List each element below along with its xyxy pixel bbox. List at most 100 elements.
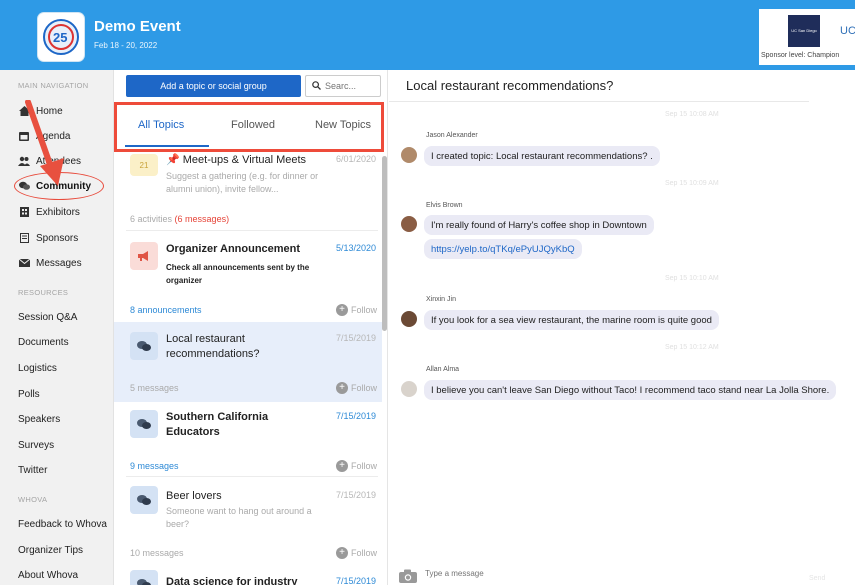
sidebar-item-logistics[interactable]: Logistics: [18, 359, 57, 377]
topic-date: 7/15/2019: [336, 333, 377, 343]
sidebar-item-session-qa[interactable]: Session Q&A: [18, 308, 77, 326]
topic-meta: 6 activities (6 messages): [130, 214, 229, 224]
chat-icon: [130, 570, 158, 585]
message-sender: Elvis Brown: [426, 202, 463, 209]
follow-button[interactable]: + Follow: [336, 382, 377, 394]
message-bubble: If you look for a sea view restaurant, t…: [424, 310, 719, 330]
envelope-icon: [18, 257, 30, 269]
building-icon: [18, 206, 30, 218]
sidebar-item-label: Messages: [36, 257, 82, 269]
message-count: 5 messages: [130, 383, 179, 393]
sidebar-item-label: Twitter: [18, 464, 48, 476]
sidebar-item-messages[interactable]: Messages: [18, 254, 82, 272]
scrollbar[interactable]: [382, 156, 387, 331]
chat-icon: [130, 332, 158, 360]
search-icon: [312, 80, 321, 92]
topic-date: 7/15/2019: [336, 411, 377, 421]
sidebar-item-documents[interactable]: Documents: [18, 333, 69, 351]
message-timestamp: Sep 15 10:08 AM: [665, 111, 719, 118]
message-timestamp: Sep 15 10:09 AM: [665, 180, 719, 187]
sidebar-item-surveys[interactable]: Surveys: [18, 436, 54, 454]
divider: [126, 476, 378, 477]
chat-panel: Local restaurant recommendations? Sep 15…: [389, 70, 855, 585]
camera-icon[interactable]: [399, 569, 417, 588]
sidebar-item-about-whova[interactable]: About Whova: [18, 566, 78, 584]
tabs-bar: All Topics Followed New Topics: [114, 102, 384, 152]
tab-followed[interactable]: Followed: [231, 119, 275, 131]
topic-description: Someone want to hang out around a beer?: [166, 506, 312, 529]
topic-item-selected[interactable]: Local restaurant recommendations? 7/15/2…: [114, 322, 382, 402]
annotation-arrow-icon: [25, 100, 64, 186]
sidebar-item-label: Speakers: [18, 413, 61, 425]
sidebar-item-exhibitors[interactable]: Exhibitors: [18, 203, 80, 221]
avatar[interactable]: [401, 216, 417, 232]
sidebar-item-label: Exhibitors: [36, 206, 80, 218]
activity-count: 6 activities: [130, 214, 173, 224]
sidebar-item-label: Feedback to Whova: [18, 518, 107, 530]
annotation-arrow-icon: [20, 4, 70, 114]
follow-label: Follow: [351, 383, 378, 393]
sidebar-item-label: Logistics: [18, 362, 57, 374]
pin-icon: 📌: [166, 154, 180, 166]
avatar[interactable]: [401, 381, 417, 397]
follow-label: Follow: [351, 305, 378, 315]
search-input[interactable]: [325, 81, 373, 91]
plus-icon: +: [336, 304, 348, 316]
topic-title: Organizer Announcement: [166, 243, 301, 255]
message-link[interactable]: https://yelp.to/qTKq/ePyUJQyKbQ: [424, 239, 582, 259]
chat-icon: [130, 486, 158, 514]
resources-title: RESOURCES: [18, 288, 69, 297]
sidebar-item-label: Surveys: [18, 439, 55, 451]
topic-title: Local restaurant recommendations?: [166, 333, 260, 360]
send-button[interactable]: Send: [809, 575, 825, 582]
message-sender: Jason Alexander: [426, 132, 478, 139]
sidebar-item-twitter[interactable]: Twitter: [18, 461, 47, 479]
sponsor-icon: [18, 232, 30, 244]
tab-all-topics[interactable]: All Topics: [138, 119, 184, 131]
topic-title: Beer lovers: [166, 490, 222, 502]
tab-new-topics[interactable]: New Topics: [315, 119, 371, 131]
avatar[interactable]: [401, 147, 417, 163]
app-header: 25 Demo Event Feb 18 - 20, 2022 UC San D…: [0, 0, 855, 70]
sidebar-item-label: Polls: [18, 388, 40, 400]
message-sender: Allan Alma: [426, 366, 460, 373]
calendar-icon: 21: [130, 154, 158, 176]
plus-icon: +: [336, 460, 348, 472]
sponsor-banner[interactable]: UC San Diego UC Sponsor level: Champion: [759, 9, 855, 65]
message-count: 9 messages: [130, 461, 179, 471]
sidebar-item-label: Sponsors: [36, 232, 79, 244]
event-dates: Feb 18 - 20, 2022: [94, 41, 158, 50]
topic-title: Southern California Educators: [166, 411, 269, 438]
topic-date: 7/15/2019: [336, 576, 377, 585]
message-sender: Xinxin Jin: [426, 296, 456, 303]
sidebar-item-organizer-tips[interactable]: Organizer Tips: [18, 541, 83, 559]
chat-title: Local restaurant recommendations?: [406, 78, 614, 93]
active-tab-indicator: [125, 145, 209, 147]
sponsor-logo: UC San Diego: [788, 15, 820, 47]
sidebar-item-label: Documents: [18, 336, 69, 348]
sidebar-item-feedback[interactable]: Feedback to Whova: [18, 515, 107, 533]
sidebar-item-label: Session Q&A: [18, 311, 78, 323]
event-title: Demo Event: [94, 18, 181, 35]
follow-button[interactable]: + Follow: [336, 547, 377, 559]
sidebar-item-sponsors[interactable]: Sponsors: [18, 229, 78, 247]
announcement-count: 8 announcements: [130, 305, 202, 315]
sidebar-item-polls[interactable]: Polls: [18, 385, 40, 403]
avatar[interactable]: [401, 311, 417, 327]
follow-button[interactable]: + Follow: [336, 304, 377, 316]
follow-button[interactable]: + Follow: [336, 460, 377, 472]
topic-date: 7/15/2019: [336, 490, 377, 500]
message-bubble: I'm really found of Harry's coffee shop …: [424, 215, 654, 235]
follow-label: Follow: [351, 461, 378, 471]
message-timestamp: Sep 15 10:12 AM: [665, 344, 719, 351]
add-topic-button[interactable]: Add a topic or social group: [126, 75, 301, 97]
sidebar-item-speakers[interactable]: Speakers: [18, 410, 60, 428]
message-input[interactable]: [425, 569, 755, 578]
topic-search[interactable]: [305, 75, 381, 97]
topic-description: Suggest a gathering (e.g. for dinner or …: [166, 171, 319, 194]
message-bubble: I believe you can't leave San Diego with…: [424, 380, 837, 400]
message-count: 10 messages: [130, 548, 184, 558]
divider: [389, 101, 809, 102]
message-bubble: I created topic: Local restaurant recomm…: [424, 146, 660, 166]
topic-date: 5/13/2020: [336, 243, 377, 253]
